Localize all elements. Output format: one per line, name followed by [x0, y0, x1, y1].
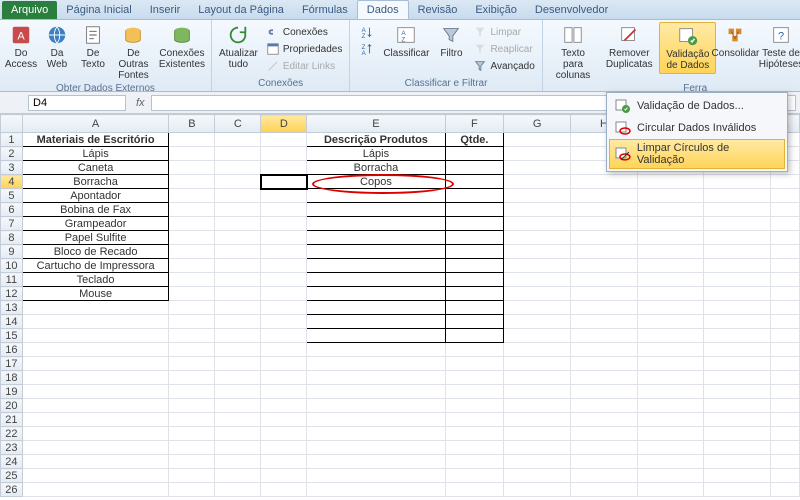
tab-home[interactable]: Página Inicial — [57, 1, 140, 19]
menu-circle-invalid[interactable]: Circular Dados Inválidos — [609, 117, 785, 139]
col-D: D — [261, 115, 307, 133]
cell-D4 — [261, 175, 307, 189]
access-icon: A — [10, 24, 32, 46]
cell-A11: Teclado — [22, 273, 169, 287]
cell-A3: Caneta — [22, 161, 169, 175]
clear-filter-button[interactable]: Limpar — [470, 24, 537, 40]
funnel-icon — [440, 24, 462, 46]
from-web-button[interactable]: Da Web — [40, 22, 74, 72]
col-G: G — [504, 115, 571, 133]
svg-text:A: A — [17, 31, 25, 43]
svg-text:?: ? — [778, 31, 784, 43]
tab-pagelayout[interactable]: Layout da Página — [189, 1, 293, 19]
from-other-button[interactable]: De Outras Fontes — [112, 22, 155, 83]
refresh-icon — [227, 24, 249, 46]
cell-A9: Bloco de Recado — [22, 245, 169, 259]
cell-A7: Grampeador — [22, 217, 169, 231]
from-access-button[interactable]: ADo Access — [4, 22, 38, 72]
group-connections: Atualizar tudo Conexões Propriedades Edi… — [212, 20, 350, 91]
text-to-cols-icon — [562, 24, 584, 46]
col-E: E — [307, 115, 445, 133]
cell-E3: Borracha — [307, 161, 445, 175]
link-icon — [266, 25, 280, 39]
advanced-button[interactable]: Avançado — [470, 58, 537, 74]
tab-formulas[interactable]: Fórmulas — [293, 1, 357, 19]
cell-A10: Cartucho de Impressora — [22, 259, 169, 273]
connections-button[interactable]: Conexões — [263, 24, 345, 40]
ribbon-tab-bar: Arquivo Página Inicial Inserir Layout da… — [0, 0, 800, 20]
menu-clear-circles[interactable]: Limpar Círculos de Validação — [609, 139, 785, 169]
existing-conn-button[interactable]: Conexões Existentes — [157, 22, 207, 72]
consolidate-icon — [724, 24, 746, 46]
data-validation-button[interactable]: Validação de Dados — [659, 22, 716, 74]
name-box[interactable] — [28, 95, 126, 111]
group-label: Obter Dados Externos — [4, 83, 207, 96]
group-label: Conexões — [216, 78, 345, 91]
sort-asc-button[interactable]: AZ — [356, 24, 376, 40]
clear-icon — [473, 25, 487, 39]
sort-button[interactable]: AZClassificar — [380, 22, 432, 61]
edit-links-button[interactable]: Editar Links — [263, 58, 345, 74]
svg-text:Z: Z — [402, 36, 406, 43]
clear-circles-icon — [615, 146, 631, 162]
what-if-button[interactable]: ?Teste de Hipóteses — [754, 22, 800, 72]
tab-insert[interactable]: Inserir — [141, 1, 190, 19]
circle-invalid-icon — [615, 120, 631, 136]
col-B: B — [169, 115, 215, 133]
cell-A5: Apontador — [22, 189, 169, 203]
col-F: F — [445, 115, 504, 133]
other-sources-icon — [122, 24, 144, 46]
ribbon: ADo Access Da Web De Texto De Outras Fon… — [0, 20, 800, 92]
editlinks-icon — [266, 59, 280, 73]
text-to-columns-button[interactable]: Texto para colunas — [547, 22, 600, 83]
svg-text:Z: Z — [362, 33, 366, 39]
group-data-tools: Texto para colunas Remover Duplicatas Va… — [543, 20, 800, 91]
validation-icon — [615, 98, 631, 114]
what-if-icon: ? — [770, 24, 792, 46]
cell-E2: Lápis — [307, 147, 445, 161]
advanced-icon — [473, 59, 487, 73]
cell-F1: Qtde. — [445, 133, 504, 147]
validation-icon — [677, 25, 699, 47]
cell-E1: Descrição Produtos — [307, 133, 445, 147]
tab-review[interactable]: Revisão — [409, 1, 467, 19]
group-external-data: ADo Access Da Web De Texto De Outras Fon… — [0, 20, 212, 91]
col-A: A — [22, 115, 169, 133]
sort-asc-icon: AZ — [359, 25, 373, 39]
tab-view[interactable]: Exibição — [466, 1, 526, 19]
properties-button[interactable]: Propriedades — [263, 41, 345, 57]
group-sort-filter: AZ ZA AZClassificar Filtro Limpar Reapli… — [350, 20, 542, 91]
sort-icon: AZ — [395, 24, 417, 46]
reapply-icon — [473, 42, 487, 56]
from-text-button[interactable]: De Texto — [76, 22, 110, 72]
sort-desc-button[interactable]: ZA — [356, 41, 376, 57]
cell-E4: Copos — [307, 175, 445, 189]
group-label: Classificar e Filtrar — [354, 78, 537, 91]
remove-dup-icon — [618, 24, 640, 46]
validation-dropdown: Validação de Dados... Circular Dados Inv… — [606, 92, 788, 172]
existing-conn-icon — [171, 24, 193, 46]
svg-text:A: A — [362, 50, 367, 56]
tab-data[interactable]: Dados — [357, 0, 409, 19]
col-C: C — [215, 115, 261, 133]
cell-A12: Mouse — [22, 287, 169, 301]
text-icon — [82, 24, 104, 46]
sort-desc-icon: ZA — [359, 42, 373, 56]
cell-A1: Materiais de Escritório — [22, 133, 169, 147]
fx-label[interactable]: fx — [136, 97, 145, 109]
cell-A6: Bobina de Fax — [22, 203, 169, 217]
reapply-button[interactable]: Reaplicar — [470, 41, 537, 57]
web-icon — [46, 24, 68, 46]
menu-data-validation[interactable]: Validação de Dados... — [609, 95, 785, 117]
remove-duplicates-button[interactable]: Remover Duplicatas — [601, 22, 657, 72]
consolidate-button[interactable]: Consolidar — [718, 22, 752, 61]
properties-icon — [266, 42, 280, 56]
tab-developer[interactable]: Desenvolvedor — [526, 1, 617, 19]
refresh-all-button[interactable]: Atualizar tudo — [216, 22, 261, 72]
cell-A2: Lápis — [22, 147, 169, 161]
cell-A8: Papel Sulfite — [22, 231, 169, 245]
filter-button[interactable]: Filtro — [434, 22, 468, 61]
tab-file[interactable]: Arquivo — [2, 1, 57, 19]
cell-A4: Borracha — [22, 175, 169, 189]
